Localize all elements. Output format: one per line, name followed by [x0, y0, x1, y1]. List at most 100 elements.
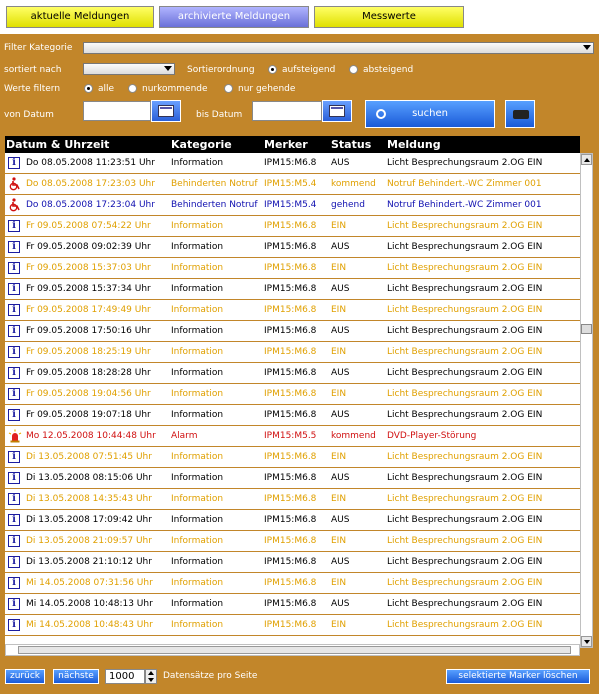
table-row[interactable]: Fr 09.05.2008 18:25:19 Uhr Information IPM… [5, 342, 580, 363]
suchen-button[interactable]: suchen [365, 100, 495, 128]
table-row[interactable]: Fr 09.05.2008 09:02:39 Uhr Information IPM… [5, 237, 580, 258]
cell-merker: IPM15:M6.8 [264, 305, 317, 315]
cell-kategorie: Information [171, 242, 224, 252]
horizontal-scroll-thumb[interactable] [18, 646, 571, 654]
cell-datum: Di 13.05.2008 17:09:42 Uhr [26, 515, 152, 525]
calendar-icon [158, 105, 174, 117]
nurkommende-radio[interactable] [128, 84, 137, 93]
cell-datum: Di 13.05.2008 08:15:06 Uhr [26, 473, 152, 483]
sortiert-select[interactable] [83, 63, 175, 75]
cell-datum: Fr 09.05.2008 19:07:18 Uhr [26, 410, 151, 420]
absteigend-label: absteigend [363, 65, 414, 75]
info-icon [8, 493, 20, 505]
marker-loeschen-button[interactable]: selektierte Marker löschen [446, 669, 590, 684]
cell-merker: IPM15:M6.8 [264, 158, 317, 168]
column-header-kategorie[interactable]: Kategorie [171, 136, 232, 153]
tab-aktuelle-meldungen[interactable]: aktuelle Meldungen [6, 6, 154, 28]
tab-archivierte-meldungen[interactable]: archivierte Meldungen [159, 6, 309, 28]
table-row[interactable]: Fr 09.05.2008 19:07:18 Uhr Information IPM… [5, 405, 580, 426]
tab-messwerte[interactable]: Messwerte [314, 6, 464, 28]
column-header-datum[interactable]: Datum & Uhrzeit [6, 136, 109, 153]
scroll-down-button[interactable] [581, 636, 592, 647]
table-row[interactable]: Fr 09.05.2008 15:37:03 Uhr Information IPM… [5, 258, 580, 279]
cell-datum: Mo 12.05.2008 10:44:48 Uhr [26, 431, 156, 441]
cell-status: EIN [331, 620, 347, 630]
table-row[interactable]: Do 08.05.2008 17:23:03 Uhr Behinderten No… [5, 174, 580, 195]
info-icon [8, 409, 20, 421]
aufsteigend-radio[interactable] [268, 65, 277, 74]
table-row[interactable]: Mi 14.05.2008 07:31:56 Uhr Information IPM… [5, 573, 580, 594]
zurueck-button[interactable]: zurück [5, 669, 45, 684]
table-row[interactable]: Di 13.05.2008 07:51:45 Uhr Information IPM… [5, 447, 580, 468]
cell-meldung: Licht Besprechungsraum 2.OG EIN [387, 620, 543, 630]
absteigend-radio[interactable] [349, 65, 358, 74]
cell-merker: IPM15:M6.8 [264, 284, 317, 294]
table-row[interactable]: Fr 09.05.2008 07:54:22 Uhr Information IPM… [5, 216, 580, 237]
column-header-status[interactable]: Status [331, 136, 371, 153]
cell-meldung: Licht Besprechungsraum 2.OG EIN [387, 221, 543, 231]
cell-datum: Di 13.05.2008 07:51:45 Uhr [26, 452, 152, 462]
bis-calendar-button[interactable] [322, 100, 352, 122]
naechste-button[interactable]: nächste [53, 669, 99, 684]
sortiert-nach-label: sortiert nach [4, 65, 62, 75]
suchen-label: suchen [412, 108, 448, 119]
cell-meldung: Licht Besprechungsraum 2.OG EIN [387, 326, 543, 336]
table-row[interactable]: Fr 09.05.2008 18:28:28 Uhr Information IPM… [5, 363, 580, 384]
nurgehende-radio[interactable] [224, 84, 233, 93]
column-header-merker[interactable]: Merker [264, 136, 308, 153]
cell-kategorie: Information [171, 389, 224, 399]
printer-icon [513, 110, 529, 119]
table-row[interactable]: Mi 14.05.2008 10:48:43 Uhr Information IPM… [5, 615, 580, 636]
cell-meldung: Licht Besprechungsraum 2.OG EIN [387, 368, 543, 378]
table-row[interactable]: Do 08.05.2008 11:23:51 Uhr Information IPM… [5, 153, 580, 174]
calendar-icon [329, 105, 345, 117]
arrow-down-icon [148, 678, 154, 682]
cell-status: EIN [331, 389, 347, 399]
alle-radio[interactable] [84, 84, 93, 93]
bis-datum-input[interactable] [252, 101, 322, 121]
cell-meldung: Notruf Behindert.-WC Zimmer 001 [387, 179, 542, 189]
horizontal-scrollbar[interactable] [5, 644, 580, 656]
cell-kategorie: Information [171, 305, 224, 315]
von-datum-input[interactable] [83, 101, 151, 121]
cell-kategorie: Information [171, 557, 224, 567]
cell-status: EIN [331, 536, 347, 546]
cell-merker: IPM15:M6.8 [264, 326, 317, 336]
scroll-thumb[interactable] [581, 324, 592, 334]
cell-datum: Fr 09.05.2008 17:50:16 Uhr [26, 326, 151, 336]
print-button[interactable] [505, 100, 535, 128]
cell-kategorie: Behinderten Notruf [171, 200, 258, 210]
cell-merker: IPM15:M6.8 [264, 368, 317, 378]
scroll-up-button[interactable] [581, 154, 592, 165]
cell-kategorie: Information [171, 536, 224, 546]
table-row[interactable]: Di 13.05.2008 14:35:43 Uhr Information IPM… [5, 489, 580, 510]
cell-meldung: Licht Besprechungsraum 2.OG EIN [387, 389, 543, 399]
table-row[interactable]: Fr 09.05.2008 17:49:49 Uhr Information IPM… [5, 300, 580, 321]
info-icon [8, 388, 20, 400]
page-size-stepper[interactable] [145, 669, 157, 684]
table-row[interactable]: Di 13.05.2008 08:15:06 Uhr Information IPM… [5, 468, 580, 489]
page-size-input[interactable]: 1000 [105, 669, 145, 684]
cell-datum: Fr 09.05.2008 07:54:22 Uhr [26, 221, 151, 231]
cell-merker: IPM15:M5.4 [264, 200, 317, 210]
table-row[interactable]: Fr 09.05.2008 19:04:56 Uhr Information IPM… [5, 384, 580, 405]
kategorie-select[interactable] [83, 42, 594, 54]
info-icon [8, 262, 20, 274]
table-row[interactable]: Mi 14.05.2008 10:48:13 Uhr Information IPM… [5, 594, 580, 615]
table-row[interactable]: Fr 09.05.2008 15:37:34 Uhr Information IPM… [5, 279, 580, 300]
cell-merker: IPM15:M5.5 [264, 431, 317, 441]
bis-datum-label: bis Datum [196, 110, 243, 120]
table-row[interactable]: Do 08.05.2008 17:23:04 Uhr Behinderten No… [5, 195, 580, 216]
cell-meldung: Licht Besprechungsraum 2.OG EIN [387, 557, 543, 567]
table-row[interactable]: Di 13.05.2008 17:09:42 Uhr Information IPM… [5, 510, 580, 531]
cell-status: AUS [331, 242, 350, 252]
table-row[interactable]: Fr 09.05.2008 17:50:16 Uhr Information IPM… [5, 321, 580, 342]
vertical-scrollbar[interactable] [580, 153, 593, 648]
table-row[interactable]: Di 13.05.2008 21:09:57 Uhr Information IPM… [5, 531, 580, 552]
column-header-meldung[interactable]: Meldung [387, 136, 441, 153]
table-row[interactable]: Mo 12.05.2008 10:44:48 Uhr Alarm IPM15:M5.… [5, 426, 580, 447]
search-icon [376, 109, 386, 119]
table-row[interactable]: Di 13.05.2008 21:10:12 Uhr Information IPM… [5, 552, 580, 573]
von-calendar-button[interactable] [151, 100, 181, 122]
info-icon [8, 472, 20, 484]
